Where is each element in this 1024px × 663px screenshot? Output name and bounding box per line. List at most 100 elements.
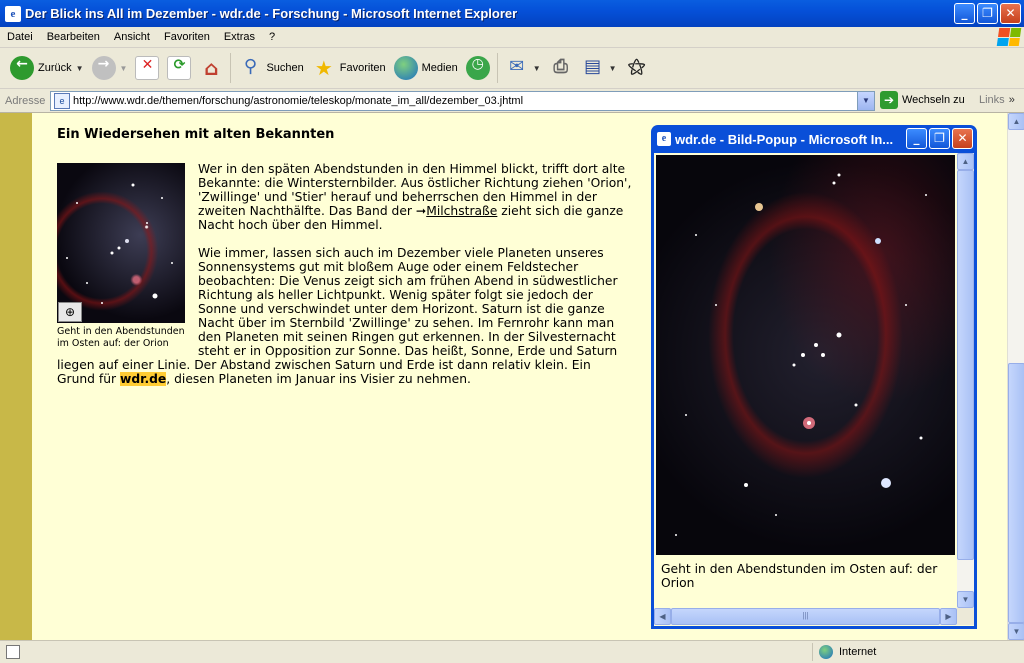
go-arrow-icon: ➔	[880, 91, 898, 109]
go-button[interactable]: ➔ Wechseln zu	[880, 91, 965, 109]
wdr-highlight: wdr.de	[119, 372, 167, 386]
edit-button[interactable]: ▤ ▼	[577, 51, 621, 85]
back-label: Zurück	[38, 62, 72, 74]
mail-dropdown-icon[interactable]: ▼	[533, 64, 541, 73]
messenger-icon: ⚝	[627, 56, 646, 77]
address-url: http://www.wdr.de/themen/forschung/astro…	[73, 95, 524, 107]
zone-label: Internet	[839, 646, 877, 658]
popup-hscroll-thumb[interactable]: |||	[671, 608, 940, 625]
messenger-button[interactable]: ⚝	[621, 51, 653, 85]
page-status-icon	[6, 645, 20, 659]
refresh-button[interactable]: ⟳	[163, 51, 195, 85]
search-icon: ⚲	[243, 56, 258, 77]
popup-horizontal-scrollbar[interactable]: ◀ ||| ▶	[654, 608, 957, 625]
back-arrow-icon: ←	[10, 56, 34, 80]
milchstrasse-link[interactable]: Milchstraße	[426, 204, 497, 218]
menu-favoriten[interactable]: Favoriten	[157, 31, 217, 43]
links-button[interactable]: Links»	[979, 94, 1015, 106]
ie-page-icon: e	[657, 132, 671, 146]
scroll-up-icon[interactable]: ▲	[1008, 113, 1024, 130]
forward-button[interactable]: → ▼	[88, 51, 132, 85]
chevron-right-icon: »	[1008, 94, 1015, 106]
menu-bar: Datei Bearbeiten Ansicht Favoriten Extra…	[0, 27, 1024, 48]
popup-body: Geht in den Abendstunden im Osten auf: d…	[654, 153, 974, 626]
scroll-down-icon[interactable]: ▼	[1008, 623, 1024, 640]
search-label: Suchen	[266, 62, 304, 74]
minimize-button[interactable]: _	[954, 3, 975, 24]
edit-dropdown-icon[interactable]: ▼	[609, 64, 617, 73]
printer-icon: ⎙	[553, 56, 568, 77]
page-icon: e	[54, 93, 70, 109]
edit-icon: ▤	[584, 56, 602, 77]
popup-resize-corner	[957, 608, 974, 625]
menu-help[interactable]: ?	[262, 31, 282, 43]
toolbar-separator	[496, 53, 498, 83]
arrow-right-icon: ➞	[415, 204, 427, 218]
popup-scroll-right-icon[interactable]: ▶	[940, 608, 957, 625]
mail-button[interactable]: ✉ ▼	[501, 51, 545, 85]
home-icon: ⌂	[204, 56, 219, 80]
mail-icon: ✉	[509, 56, 525, 77]
menu-bearbeiten[interactable]: Bearbeiten	[40, 31, 107, 43]
window-title: Der Blick ins All im Dezember - wdr.de -…	[25, 6, 518, 21]
popup-minimize-button[interactable]: _	[906, 128, 927, 149]
article-heading: Ein Wiedersehen mit alten Bekannten	[57, 127, 335, 142]
search-button[interactable]: ⚲ Suchen	[234, 51, 307, 85]
orion-thumbnail-image[interactable]: ⊕	[57, 163, 185, 323]
thumbnail: ⊕ Geht in den Abendstunden im Osten auf:…	[57, 163, 185, 350]
popup-scroll-down-icon[interactable]: ▼	[957, 591, 974, 608]
scroll-thumb[interactable]	[1008, 363, 1024, 623]
links-label: Links	[979, 94, 1005, 106]
left-stripe	[0, 113, 32, 640]
close-button[interactable]: ✕	[1000, 3, 1021, 24]
popup-scroll-thumb[interactable]	[957, 170, 974, 560]
internet-globe-icon	[819, 645, 833, 659]
address-input[interactable]: e http://www.wdr.de/themen/forschung/ast…	[50, 91, 875, 111]
address-label: Adresse	[5, 94, 46, 107]
toolbar-separator	[230, 53, 232, 83]
print-button[interactable]: ⎙	[545, 51, 577, 85]
home-button[interactable]: ⌂	[195, 51, 227, 85]
page-scrollbar[interactable]: ▲ ▼	[1007, 113, 1024, 640]
popup-vertical-scrollbar[interactable]: ▲ ▼	[957, 153, 974, 608]
menu-extras[interactable]: Extras	[217, 31, 262, 43]
maximize-button[interactable]: ❐	[977, 3, 998, 24]
star-icon: ★	[314, 56, 333, 80]
menu-ansicht[interactable]: Ansicht	[107, 31, 157, 43]
thumbnail-stars	[66, 183, 173, 304]
media-globe-icon	[393, 56, 418, 80]
zoom-icon[interactable]: ⊕	[58, 302, 82, 322]
address-dropdown-icon[interactable]: ▼	[857, 92, 874, 110]
thumbnail-caption: Geht in den Abendstunden im Osten auf: d…	[57, 326, 185, 349]
stop-icon: ✕	[135, 56, 160, 80]
ie-window: e Der Blick ins All im Dezember - wdr.de…	[0, 0, 1024, 663]
back-dropdown-icon[interactable]: ▼	[76, 64, 84, 73]
windows-logo-icon	[996, 28, 1022, 46]
toolbar: ← Zurück ▼ → ▼ ✕ ⟳ ⌂ ⚲ Suchen ★ Favorite…	[0, 48, 1024, 89]
popup-scroll-up-icon[interactable]: ▲	[957, 153, 974, 170]
popup-title: wdr.de - Bild-Popup - Microsoft In...	[675, 131, 894, 147]
popup-scroll-left-icon[interactable]: ◀	[654, 608, 671, 625]
back-button[interactable]: ← Zurück ▼	[6, 51, 88, 85]
title-bar[interactable]: e Der Blick ins All im Dezember - wdr.de…	[0, 0, 1024, 27]
popup-close-button[interactable]: ✕	[952, 128, 973, 149]
ie-page-icon: e	[5, 5, 21, 22]
history-button[interactable]: ◷	[462, 51, 494, 85]
history-clock-icon: ◷	[465, 56, 490, 80]
favorites-label: Favoriten	[339, 62, 386, 74]
orion-large-image	[656, 155, 955, 555]
popup-title-bar[interactable]: e wdr.de - Bild-Popup - Microsoft In... …	[654, 125, 974, 153]
paragraph-2-text-end: , diesen Planeten im Januar ins Visier z…	[166, 372, 471, 386]
image-popup-window: e wdr.de - Bild-Popup - Microsoft In... …	[651, 125, 977, 629]
status-bar: Internet	[0, 640, 1024, 663]
menu-datei[interactable]: Datei	[0, 31, 40, 43]
favorites-button[interactable]: ★ Favoriten	[308, 51, 390, 85]
media-button[interactable]: Medien	[390, 51, 462, 85]
refresh-icon: ⟳	[167, 56, 192, 80]
popup-maximize-button[interactable]: ❐	[929, 128, 950, 149]
go-label: Wechseln zu	[902, 94, 965, 106]
stop-button[interactable]: ✕	[131, 51, 163, 85]
security-zone: Internet	[812, 643, 876, 661]
address-bar: Adresse e http://www.wdr.de/themen/forsc…	[0, 89, 1024, 113]
forward-dropdown-icon[interactable]: ▼	[120, 64, 128, 73]
